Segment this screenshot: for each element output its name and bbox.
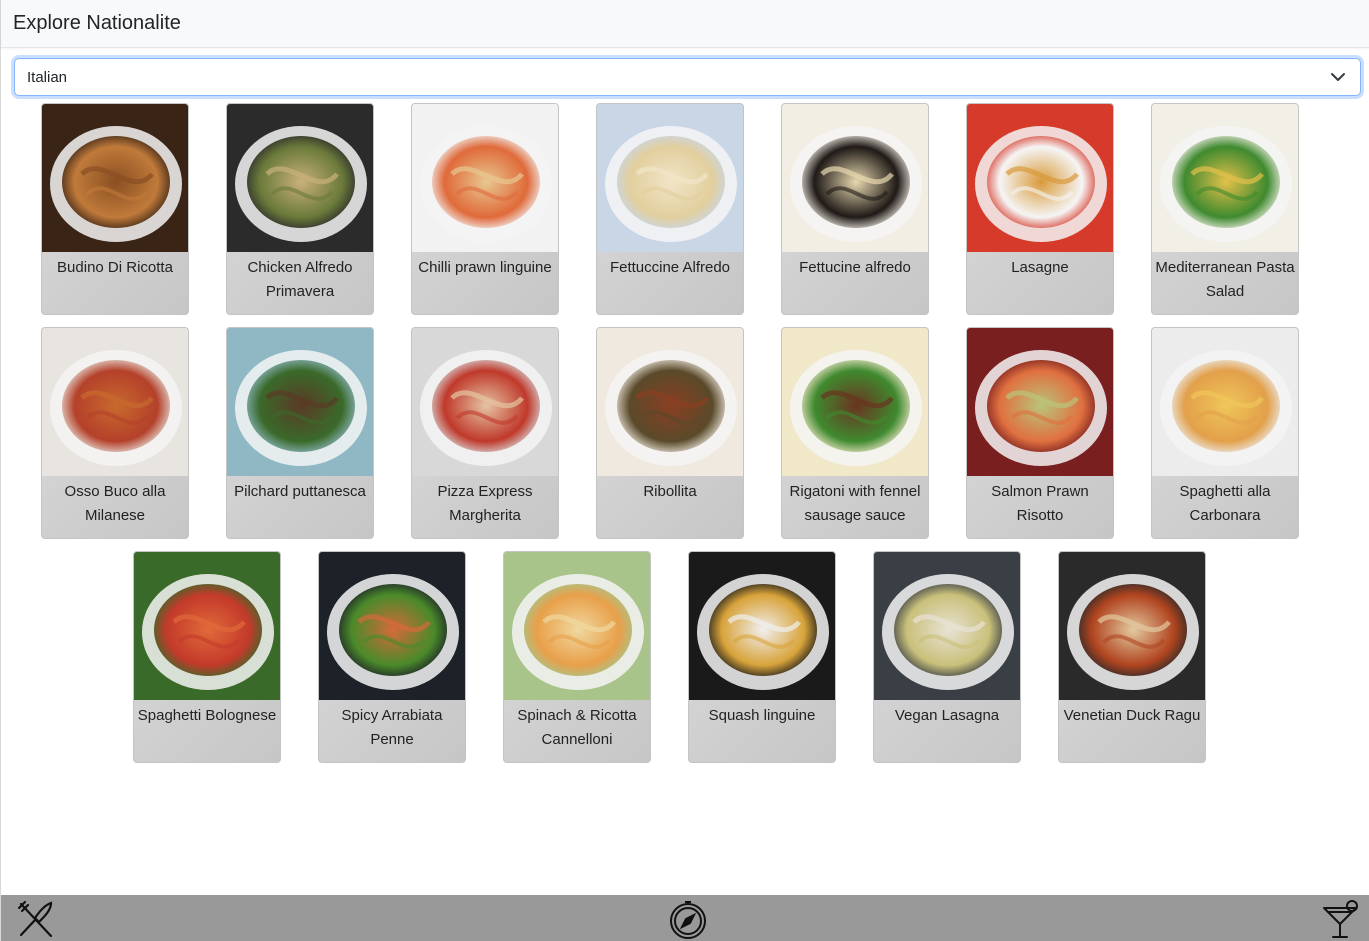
meal-thumbnail-image[interactable] — [42, 104, 189, 252]
meal-name: Rigatoni with fennel sausage sauce — [789, 483, 921, 524]
meal-name: Spaghetti Bolognese — [137, 707, 277, 724]
meal-card[interactable]: Spicy Arrabiata Penne — [318, 551, 466, 763]
utensils-icon[interactable] — [15, 898, 57, 940]
meal-name: Ribollita — [643, 483, 697, 500]
meal-name: Spicy Arrabiata Penne — [341, 707, 443, 748]
meal-card[interactable]: Osso Buco alla Milanese — [41, 327, 189, 539]
meal-card[interactable]: Pizza Express Margherita — [411, 327, 559, 539]
meal-thumbnail-image[interactable] — [412, 328, 559, 476]
meal-card[interactable]: Budino Di Ricotta — [41, 103, 189, 315]
meal-name: Budino Di Ricotta — [57, 259, 173, 276]
compass-icon[interactable] — [667, 898, 709, 940]
meal-card[interactable]: Fettuccine Alfredo — [596, 103, 744, 315]
meal-thumbnail-image[interactable] — [782, 328, 929, 476]
meal-name: Pilchard puttanesca — [234, 483, 366, 500]
meal-card[interactable]: Lasagne — [966, 103, 1114, 315]
meal-thumbnail-image[interactable] — [1152, 104, 1299, 252]
meal-thumbnail-image[interactable] — [42, 328, 189, 476]
meal-card[interactable]: Venetian Duck Ragu — [1058, 551, 1206, 763]
meal-name: Fettuccine Alfredo — [609, 259, 731, 276]
meal-name: Spaghetti alla Carbonara — [1179, 483, 1271, 524]
meal-card[interactable]: Spinach & Ricotta Cannelloni — [503, 551, 651, 763]
app-window: Explore Nationalite Italian Budino Di Ri… — [0, 0, 1369, 941]
meal-thumbnail-image[interactable] — [597, 328, 744, 476]
meal-card[interactable]: Mediterranean Pasta Salad — [1151, 103, 1299, 315]
meal-thumbnail-image[interactable] — [134, 552, 281, 700]
meal-card[interactable]: Rigatoni with fennel sausage sauce — [781, 327, 929, 539]
meal-name: Osso Buco alla Milanese — [64, 483, 166, 524]
meal-card[interactable]: Chilli prawn linguine — [411, 103, 559, 315]
meal-name: Salmon Prawn Risotto — [991, 483, 1089, 524]
meal-thumbnail-image[interactable] — [782, 104, 929, 252]
meal-thumbnail-image[interactable] — [689, 552, 836, 700]
meal-name: Chilli prawn linguine — [418, 259, 552, 276]
meal-thumbnail-image[interactable] — [504, 552, 651, 700]
meal-thumbnail-image[interactable] — [874, 552, 1021, 700]
meal-name: Squash linguine — [708, 707, 816, 724]
bottom-nav-bar — [1, 895, 1369, 941]
meal-card[interactable]: Vegan Lasagna — [873, 551, 1021, 763]
chevron-down-icon — [1331, 73, 1345, 81]
meal-card[interactable]: Salmon Prawn Risotto — [966, 327, 1114, 539]
meal-name: Venetian Duck Ragu — [1063, 707, 1201, 724]
nationality-select[interactable]: Italian — [14, 58, 1361, 96]
top-navbar: Explore Nationalite — [1, 0, 1369, 48]
meal-card[interactable]: Ribollita — [596, 327, 744, 539]
meal-thumbnail-image[interactable] — [597, 104, 744, 252]
meal-card[interactable]: Spaghetti alla Carbonara — [1151, 327, 1299, 539]
page-title: Explore Nationalite — [13, 12, 181, 34]
meal-card[interactable]: Spaghetti Bolognese — [133, 551, 281, 763]
meal-thumbnail-image[interactable] — [1059, 552, 1206, 700]
meal-name: Fettucine alfredo — [799, 259, 911, 276]
meal-card[interactable]: Squash linguine — [688, 551, 836, 763]
meal-name: Vegan Lasagna — [894, 707, 1000, 724]
meal-thumbnail-image[interactable] — [1152, 328, 1299, 476]
meal-card[interactable]: Chicken Alfredo Primavera — [226, 103, 374, 315]
meal-name: Spinach & Ricotta Cannelloni — [517, 707, 637, 748]
meal-thumbnail-image[interactable] — [967, 104, 1114, 252]
meal-name: Mediterranean Pasta Salad — [1155, 259, 1295, 300]
meal-card[interactable]: Pilchard puttanesca — [226, 327, 374, 539]
meal-thumbnail-image[interactable] — [319, 552, 466, 700]
meal-name: Lasagne — [1011, 259, 1069, 276]
meal-thumbnail-image[interactable] — [227, 328, 374, 476]
meal-thumbnail-image[interactable] — [967, 328, 1114, 476]
meal-name: Pizza Express Margherita — [437, 483, 533, 524]
meal-thumbnail-image[interactable] — [412, 104, 559, 252]
nationality-select-value: Italian — [27, 68, 68, 86]
cocktail-icon[interactable] — [1319, 898, 1361, 940]
meal-thumbnail-image[interactable] — [227, 104, 374, 252]
meal-name: Chicken Alfredo Primavera — [247, 259, 353, 300]
meal-card[interactable]: Fettucine alfredo — [781, 103, 929, 315]
